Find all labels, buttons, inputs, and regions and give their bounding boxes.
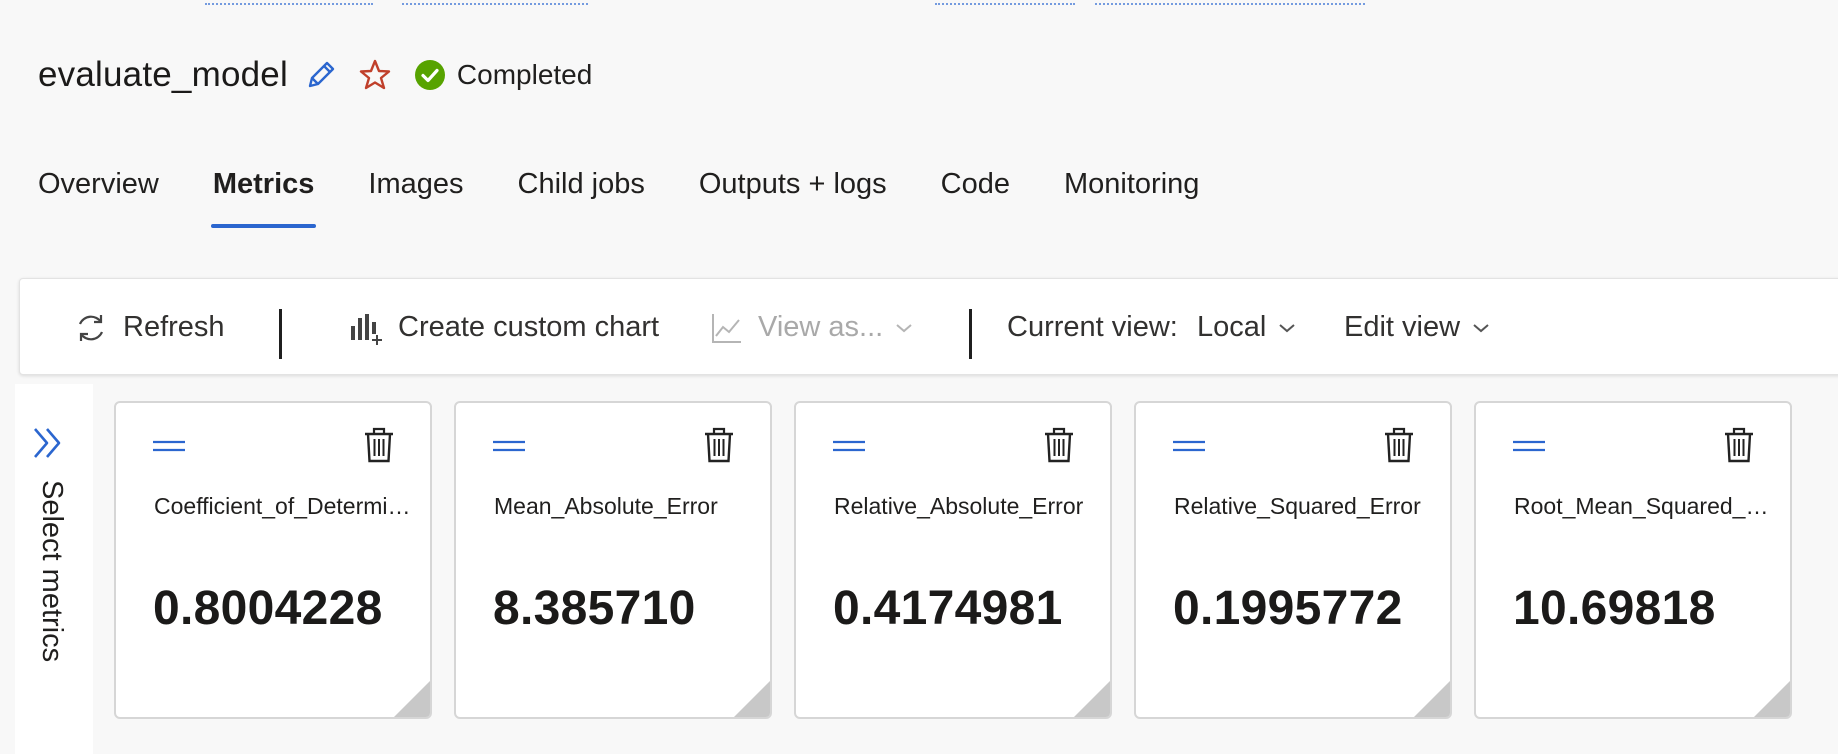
metric-value: 0.8004228	[153, 582, 383, 635]
refresh-icon	[78, 314, 104, 341]
metrics-toolbar: Refresh Create custom chart View as... C…	[19, 278, 1838, 375]
chevron-down-icon	[1279, 323, 1295, 332]
job-header: evaluate_model Completed	[38, 48, 592, 102]
view-as-dropdown[interactable]: View as...	[710, 279, 913, 376]
metric-card: Root_Mean_Squared_Error 10.69818	[1474, 401, 1792, 719]
metric-card: Relative_Squared_Error 0.1995772	[1134, 401, 1452, 719]
tab-metrics[interactable]: Metrics	[210, 160, 317, 228]
tab-images[interactable]: Images	[366, 160, 465, 224]
metric-name: Relative_Absolute_Error	[834, 493, 1084, 519]
metric-value: 0.4174981	[833, 582, 1063, 635]
resize-handle[interactable]	[1754, 681, 1790, 717]
current-view-dropdown[interactable]: Local	[1197, 279, 1296, 376]
metrics-page: evaluate_model Completed Overview Metric…	[0, 0, 1838, 754]
edit-view-dropdown[interactable]: Edit view	[1344, 279, 1490, 376]
drag-handle-icon[interactable]	[832, 439, 866, 458]
drag-handle-icon[interactable]	[1512, 439, 1546, 458]
tab-bar: Overview Metrics Images Child jobs Outpu…	[36, 160, 1251, 232]
current-view-label: Current view:	[1007, 279, 1178, 376]
tab-code[interactable]: Code	[939, 160, 1012, 224]
trash-icon[interactable]	[1723, 426, 1755, 469]
check-circle-icon	[414, 60, 445, 90]
tab-child-jobs[interactable]: Child jobs	[516, 160, 647, 224]
view-as-label: View as...	[758, 311, 884, 343]
resize-handle[interactable]	[1074, 681, 1110, 717]
truncated-breadcrumb	[0, 0, 1838, 6]
bar-chart-add-icon	[351, 313, 382, 345]
drag-handle-icon[interactable]	[152, 439, 186, 458]
drag-handle-icon[interactable]	[1172, 439, 1206, 458]
refresh-button[interactable]: Refresh	[73, 279, 225, 376]
trash-icon[interactable]	[1383, 426, 1415, 469]
toolbar-divider	[969, 309, 972, 359]
metric-name: Relative_Squared_Error	[1174, 493, 1421, 519]
resize-handle[interactable]	[734, 681, 770, 717]
tab-overview[interactable]: Overview	[36, 160, 161, 224]
job-title: evaluate_model	[38, 55, 288, 94]
toolbar-divider	[279, 309, 282, 359]
metric-card: Coefficient_of_Determination 0.8004228	[114, 401, 432, 719]
trash-icon[interactable]	[363, 426, 395, 469]
metric-card: Relative_Absolute_Error 0.4174981	[794, 401, 1112, 719]
tab-outputs-logs[interactable]: Outputs + logs	[697, 160, 889, 224]
trash-icon[interactable]	[703, 426, 735, 469]
drag-handle-icon[interactable]	[492, 439, 526, 458]
resize-handle[interactable]	[394, 681, 430, 717]
metric-value: 8.385710	[493, 582, 696, 635]
favorite-star-icon[interactable]	[358, 58, 392, 92]
metric-name: Mean_Absolute_Error	[494, 493, 718, 519]
status-badge: Completed	[414, 59, 592, 91]
metric-value: 0.1995772	[1173, 582, 1403, 635]
refresh-label: Refresh	[123, 311, 225, 343]
resize-handle[interactable]	[1414, 681, 1450, 717]
create-custom-chart-button[interactable]: Create custom chart	[348, 279, 659, 376]
metric-name: Root_Mean_Squared_Error	[1514, 493, 1782, 519]
edit-pencil-icon[interactable]	[304, 58, 338, 92]
line-chart-icon	[712, 313, 741, 343]
current-view-value: Local	[1197, 311, 1267, 343]
edit-view-label: Edit view	[1344, 311, 1461, 343]
metric-card: Mean_Absolute_Error 8.385710	[454, 401, 772, 719]
chevron-down-icon	[1473, 323, 1489, 332]
create-custom-chart-label: Create custom chart	[398, 311, 660, 343]
trash-icon[interactable]	[1043, 426, 1075, 469]
current-view-text: Current view:	[1007, 311, 1178, 343]
tab-monitoring[interactable]: Monitoring	[1062, 160, 1201, 224]
status-text: Completed	[456, 59, 593, 90]
double-chevron-right-icon[interactable]	[31, 425, 67, 466]
metric-name: Coefficient_of_Determination	[154, 493, 422, 519]
metric-value: 10.69818	[1513, 582, 1716, 635]
select-metrics-label[interactable]: Select metrics	[35, 480, 68, 662]
chevron-down-icon	[896, 323, 912, 332]
